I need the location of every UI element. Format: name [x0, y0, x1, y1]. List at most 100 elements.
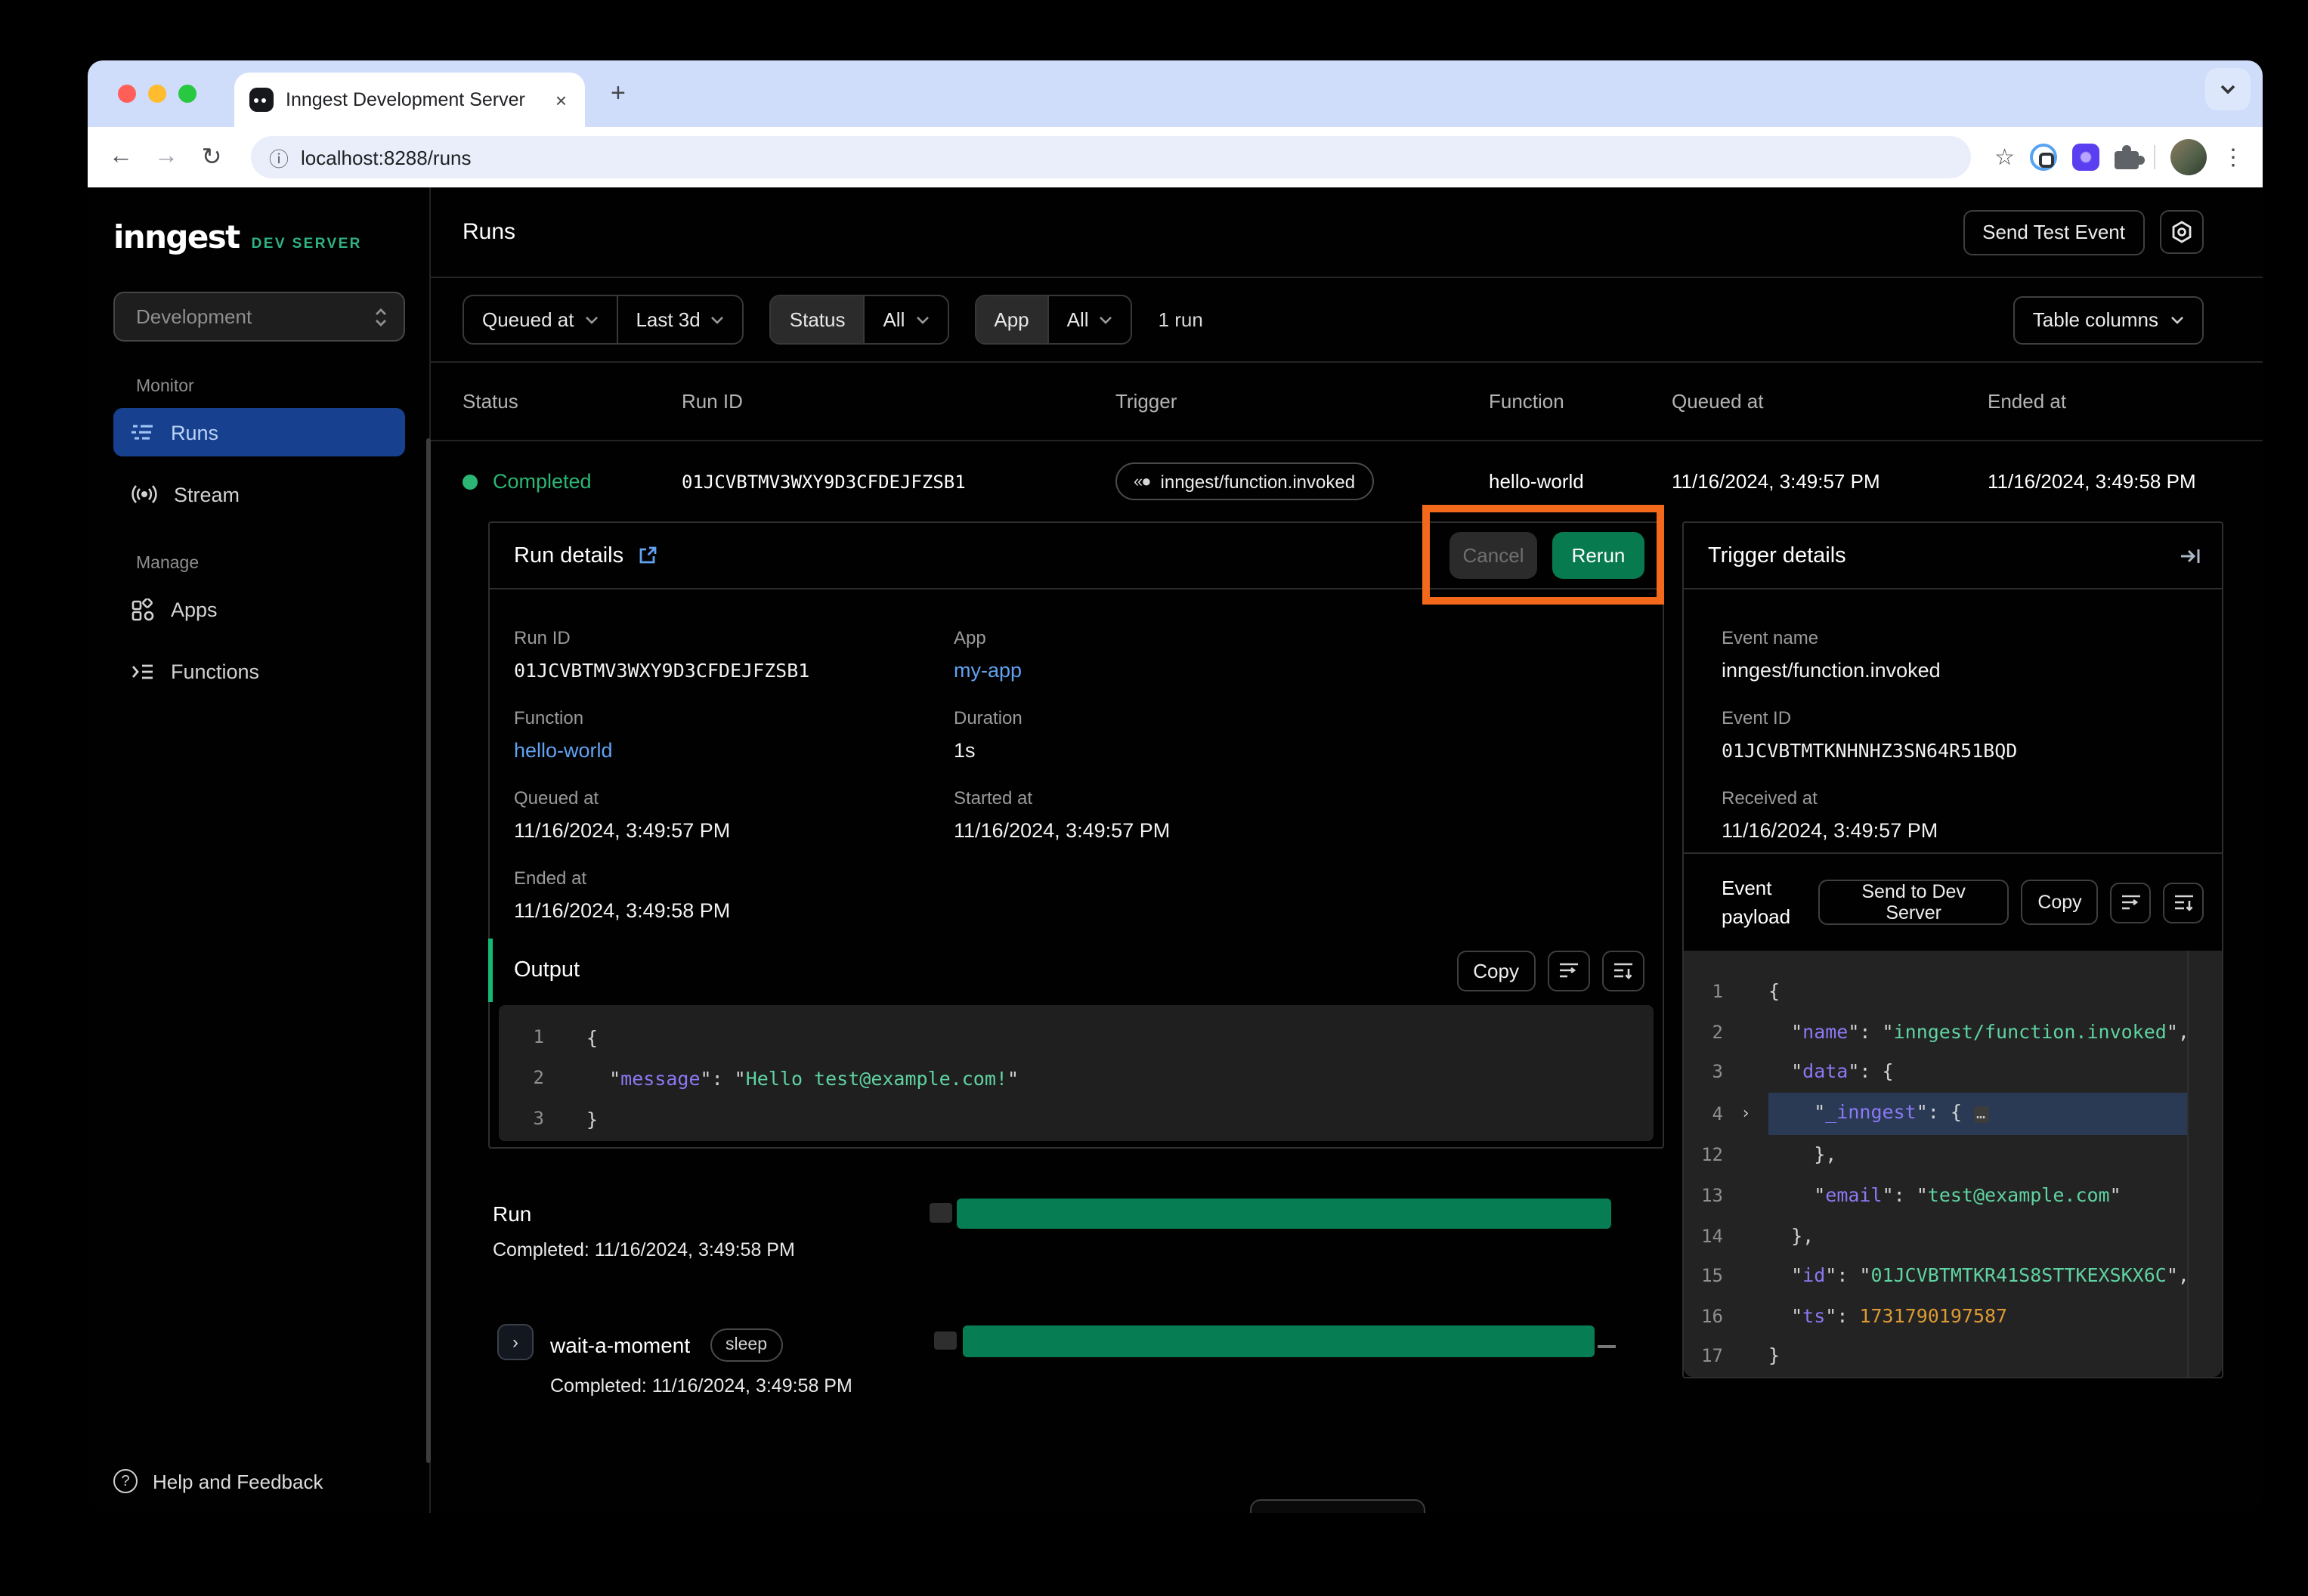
dev-server-label: DEV SERVER [252, 236, 362, 252]
chevron-down-icon [2170, 315, 2184, 324]
status-dot-icon [463, 474, 478, 489]
time-field-filter[interactable]: Queued at [464, 296, 616, 343]
apps-icon [131, 598, 154, 620]
code-content: "message": "Hello test@example.com!" [586, 1058, 1654, 1099]
minimize-window-button[interactable] [148, 85, 166, 103]
password-manager-extension-icon[interactable] [2030, 144, 2057, 171]
timeline-run-bar[interactable] [957, 1199, 1611, 1229]
browser-window: Inngest Development Server × + ← → ↻ ⓘ l… [88, 60, 2263, 1513]
expand-rows-button[interactable] [1602, 950, 1644, 991]
filter-bar: Queued at Last 3d Status All [431, 278, 2263, 363]
wrap-text-button[interactable] [1548, 950, 1590, 991]
bookmark-star-icon[interactable]: ☆ [1994, 144, 2015, 171]
toolbar-divider [2154, 145, 2155, 169]
copy-output-button[interactable]: Copy [1456, 950, 1536, 991]
step-name[interactable]: wait-a-moment [550, 1333, 690, 1357]
close-tab-icon[interactable]: × [552, 88, 570, 111]
field-value: 01JCVBTMTKNHNHZ3SN64R51BQD [1722, 739, 2201, 762]
column-header-queued-at[interactable]: Queued at [1672, 390, 1988, 413]
pagination-button-partial[interactable] [1250, 1499, 1425, 1513]
row-function[interactable]: hello-world [1489, 470, 1672, 493]
settings-button[interactable] [2160, 210, 2204, 254]
table-columns-label: Table columns [2033, 308, 2158, 331]
timeline-step-bar[interactable] [963, 1325, 1595, 1357]
wrap-text-button[interactable] [2111, 882, 2152, 923]
gear-icon [2170, 221, 2193, 243]
field-label: Run ID [514, 627, 954, 648]
field-started-at: Started at 11/16/2024, 3:49:57 PM [954, 787, 1638, 845]
manage-section-label: Manage [136, 555, 429, 573]
collapse-panel-icon[interactable] [2180, 545, 2204, 566]
field-app: App my-app [954, 627, 1638, 685]
sidebar-item-functions[interactable]: Functions [113, 647, 405, 695]
sidebar-item-label: Functions [171, 660, 259, 682]
run-details-panel: Run details Cancel Rerun [488, 521, 1664, 1149]
help-and-feedback[interactable]: ? Help and Feedback [113, 1469, 323, 1493]
browser-tab[interactable]: Inngest Development Server × [234, 73, 585, 127]
tab-title: Inngest Development Server [286, 89, 540, 110]
environment-select[interactable]: Development [113, 292, 405, 342]
column-header-function[interactable]: Function [1489, 390, 1672, 413]
collapse-chevron-icon[interactable]: › [1723, 1094, 1768, 1134]
zoom-window-button[interactable] [178, 85, 196, 103]
chevron-down-icon [2220, 85, 2235, 94]
table-columns-button[interactable]: Table columns [2013, 295, 2204, 344]
field-label: Received at [1722, 787, 2201, 809]
table-row[interactable]: Completed 01JCVBTMV3WXY9D3CFDEJFZSB1 «● … [431, 441, 2263, 521]
code-line: 15 "id": "01JCVBTMTKR41S8STTKEXSKX6C", [1684, 1256, 2222, 1296]
column-header-status[interactable]: Status [463, 390, 682, 413]
function-link[interactable]: hello-world [514, 739, 954, 762]
timeline-tick [1598, 1345, 1616, 1348]
column-header-run-id[interactable]: Run ID [682, 390, 1115, 413]
browser-menu-icon[interactable]: ⋮ [2222, 144, 2245, 171]
extensions-puzzle-icon[interactable] [2115, 151, 2139, 169]
app-filter-value[interactable]: All [1047, 296, 1131, 343]
field-label: Started at [954, 787, 1638, 809]
forward-icon[interactable]: → [151, 144, 181, 171]
tab-strip: Inngest Development Server × + [88, 60, 2263, 127]
back-icon[interactable]: ← [106, 144, 136, 171]
url-bar[interactable]: ⓘ localhost:8288/runs [251, 136, 1970, 178]
time-range-filter[interactable]: Last 3d [616, 296, 742, 343]
trigger-pill[interactable]: «● inngest/function.invoked [1115, 462, 1373, 500]
column-header-ended-at[interactable]: Ended at [1988, 390, 2263, 413]
status-filter-value[interactable]: All [863, 296, 947, 343]
site-info-icon[interactable]: ⓘ [269, 143, 289, 172]
profile-avatar[interactable] [2170, 139, 2207, 175]
external-link-icon[interactable] [637, 546, 657, 565]
chevron-down-icon [584, 315, 598, 324]
question-icon: ? [113, 1469, 138, 1493]
field-value: 11/16/2024, 3:49:57 PM [954, 819, 1638, 842]
field-value: 1s [954, 739, 1638, 762]
status-value-text: All [883, 308, 905, 331]
extension-icon[interactable] [2072, 144, 2099, 171]
code-line: 1{ [1684, 972, 2222, 1012]
tab-strip-chevron-button[interactable] [2205, 68, 2251, 110]
field-ended-at: Ended at 11/16/2024, 3:49:58 PM [514, 868, 954, 925]
field-value: 11/16/2024, 3:49:58 PM [514, 899, 954, 922]
line-number: 2 [1684, 1012, 1723, 1052]
close-window-button[interactable] [118, 85, 136, 103]
code-content: } [586, 1099, 1654, 1140]
page-header: Runs Send Test Event [431, 187, 2263, 278]
timeline-run-completed: Completed: 11/16/2024, 3:49:58 PM [493, 1239, 795, 1260]
new-tab-button[interactable]: + [611, 79, 626, 109]
sidebar-item-stream[interactable]: Stream [113, 470, 405, 518]
timeline-queue-segment [934, 1332, 957, 1350]
status-filter-label: Status [772, 296, 864, 343]
code-line: 4› "_inngest": { … [1684, 1093, 2222, 1136]
step-expand-button[interactable]: › [497, 1324, 534, 1360]
stream-icon [131, 484, 157, 505]
app-link[interactable]: my-app [954, 659, 1638, 682]
row-run-id: 01JCVBTMV3WXY9D3CFDEJFZSB1 [682, 471, 1115, 492]
sidebar-item-apps[interactable]: Apps [113, 585, 405, 633]
sidebar-item-runs[interactable]: Runs [113, 408, 405, 456]
reload-icon[interactable]: ↻ [196, 142, 227, 172]
expand-rows-button[interactable] [2163, 882, 2204, 923]
environment-select-value: Development [136, 305, 373, 328]
send-to-dev-server-button[interactable]: Send to Dev Server [1818, 880, 2009, 925]
send-test-event-button[interactable]: Send Test Event [1963, 209, 2145, 255]
field-label: App [954, 627, 1638, 648]
copy-payload-button[interactable]: Copy [2021, 880, 2098, 925]
column-header-trigger[interactable]: Trigger [1115, 390, 1489, 413]
